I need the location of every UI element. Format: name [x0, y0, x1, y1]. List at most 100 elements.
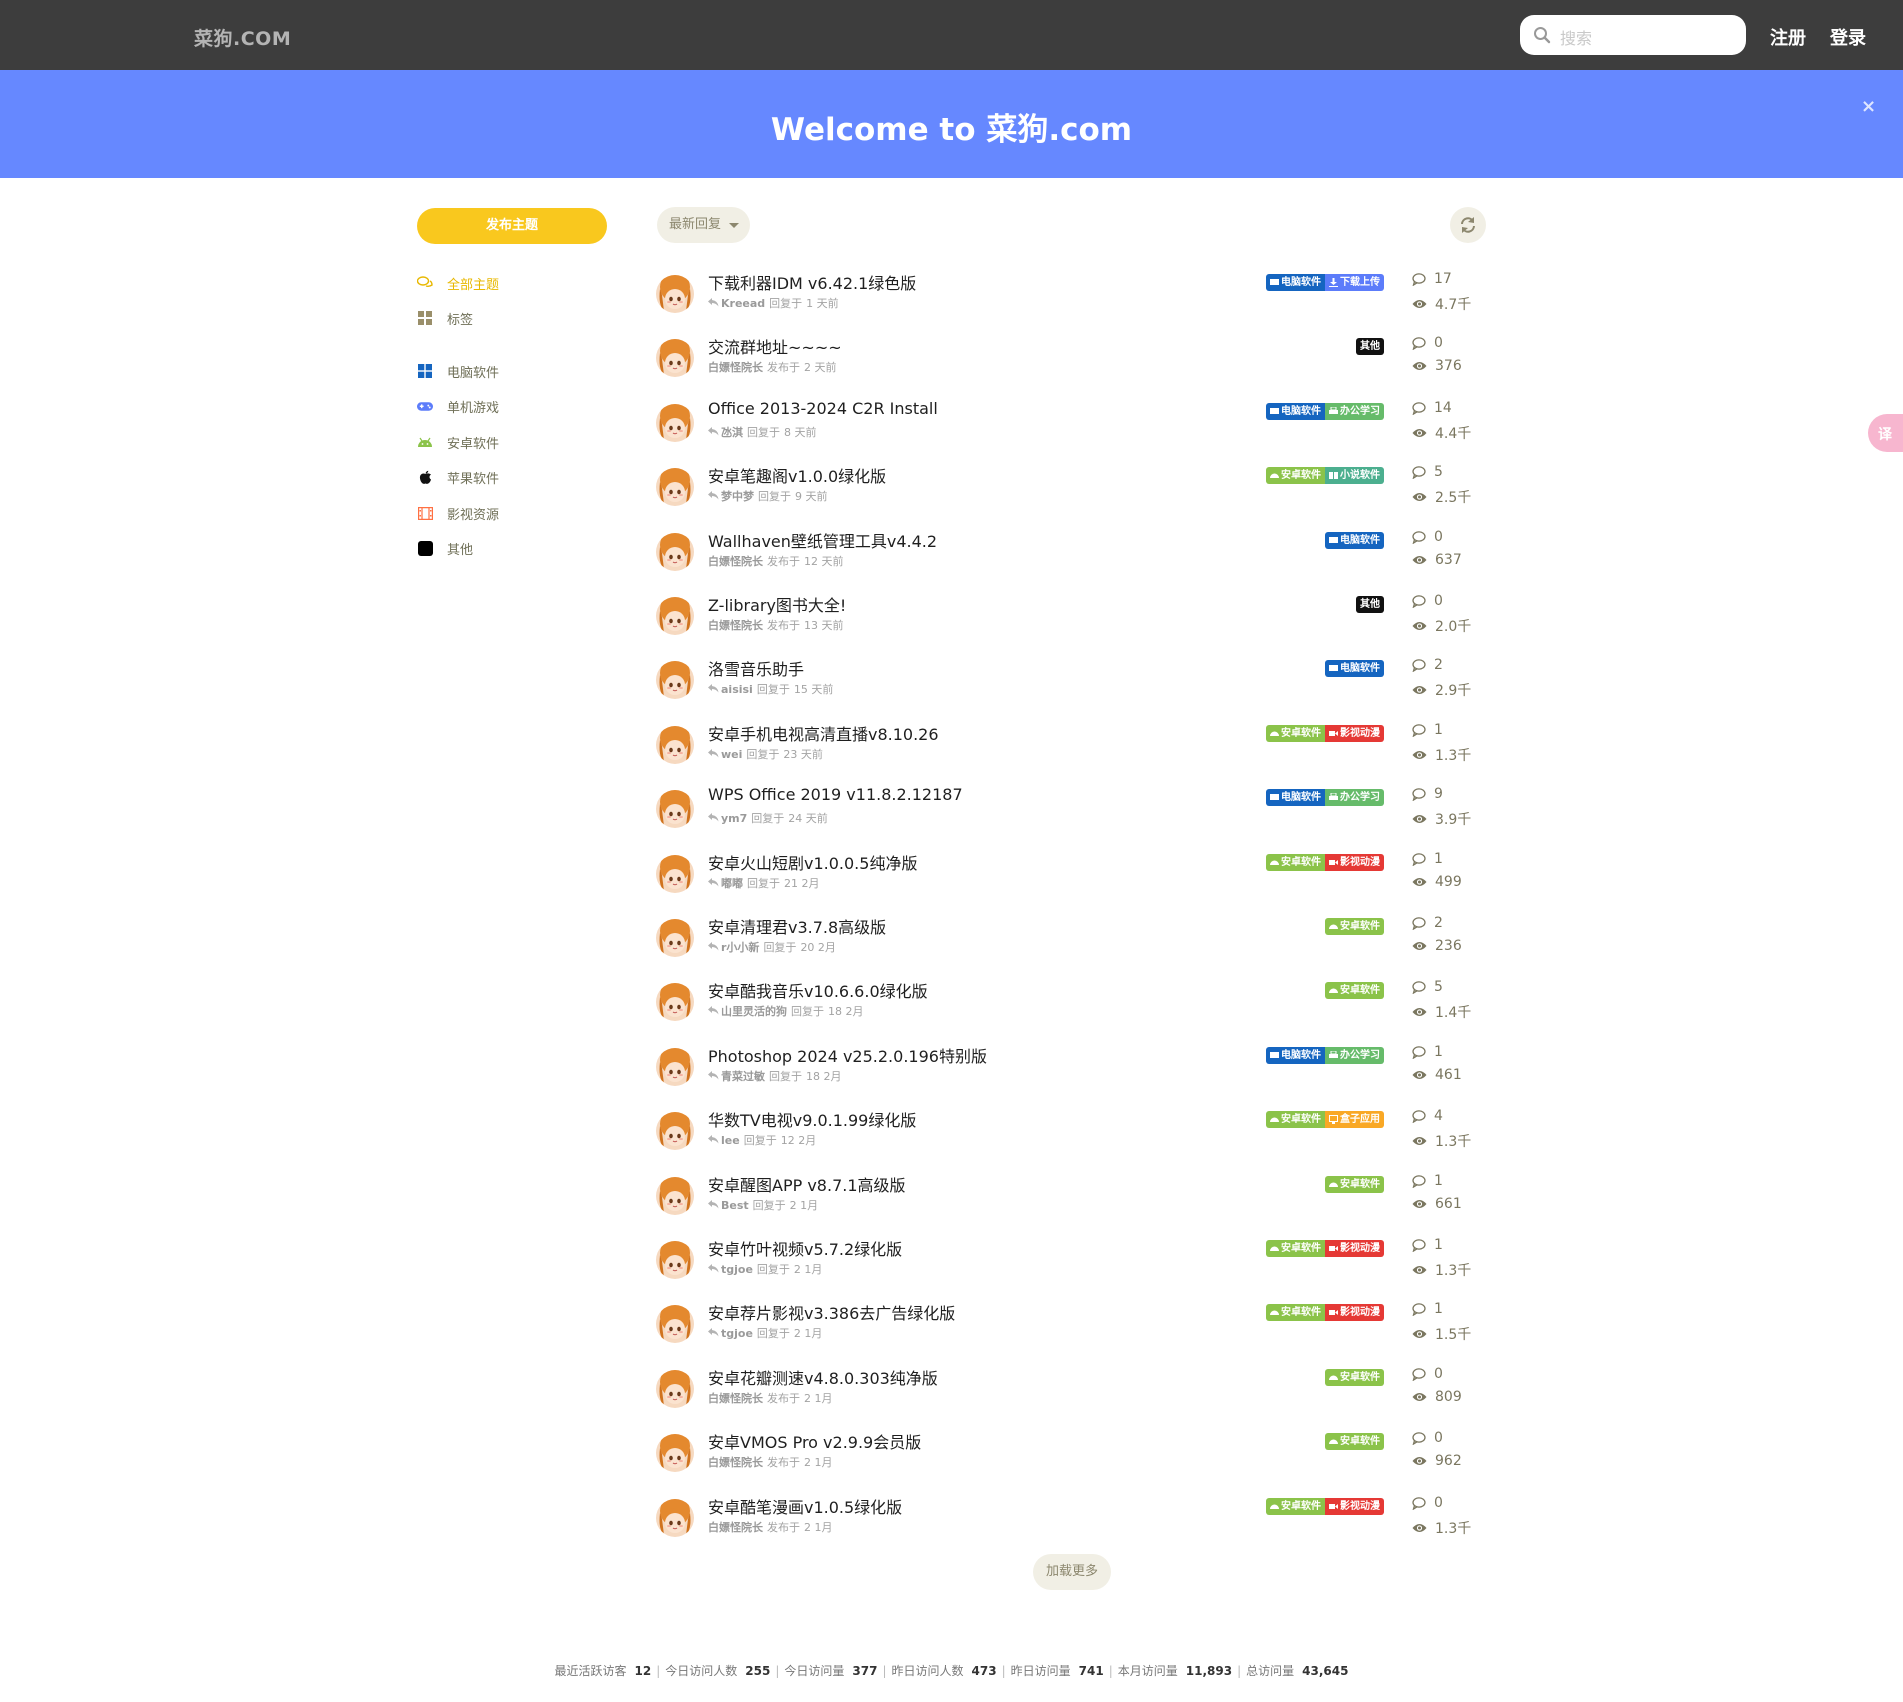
tag-badge[interactable]: 电脑软件: [1266, 1047, 1325, 1064]
tag-badge[interactable]: 安卓软件: [1266, 467, 1325, 484]
tag-badge[interactable]: 影视动漫: [1325, 725, 1384, 742]
topic-title[interactable]: 安卓酷我音乐v10.6.6.0绿化版: [708, 978, 928, 1002]
topic-title[interactable]: 安卓酷笔漫画v1.0.5绿化版: [708, 1494, 902, 1518]
user-avatar[interactable]: [656, 1305, 694, 1343]
user-avatar[interactable]: [656, 597, 694, 635]
tag-badge[interactable]: 安卓软件: [1266, 725, 1325, 742]
user-avatar[interactable]: [656, 1241, 694, 1279]
topic-title[interactable]: 安卓VMOS Pro v2.9.9会员版: [708, 1429, 921, 1453]
user-avatar[interactable]: [656, 339, 694, 377]
sort-dropdown[interactable]: 最新回复: [657, 207, 750, 243]
new-topic-button[interactable]: 发布主题: [417, 208, 607, 244]
topic-title[interactable]: 安卓花瓣测速v4.8.0.303纯净版: [708, 1365, 938, 1389]
refresh-button[interactable]: [1450, 207, 1486, 243]
user-avatar[interactable]: [656, 661, 694, 699]
topic-title[interactable]: 安卓手机电视高清直播v8.10.26: [708, 721, 939, 745]
topic-row[interactable]: 安卓手机电视高清直播v8.10.26 wei 回复于 23 天前 安卓软件 影视动漫 1 1.…: [656, 721, 1486, 777]
topic-row[interactable]: 安卓荐片影视v3.386去广告绿化版 tgjoe 回复于 2 1月 安卓软件 影视动漫 1 1…: [656, 1300, 1486, 1356]
topic-user[interactable]: 嘟嘟: [721, 875, 743, 891]
tag-badge[interactable]: 安卓软件: [1325, 1369, 1384, 1386]
topic-user[interactable]: 梦中梦: [721, 488, 754, 504]
sidebar-item[interactable]: 电脑软件: [417, 360, 499, 382]
tag-badge[interactable]: 下载上传: [1325, 274, 1384, 291]
tag-badge[interactable]: 小说软件: [1325, 467, 1384, 484]
tag-badge[interactable]: 安卓软件: [1325, 1433, 1384, 1450]
topic-row[interactable]: Photoshop 2024 v25.2.0.196特别版 青菜过敏 回复于 18 2…: [656, 1043, 1486, 1099]
user-avatar[interactable]: [656, 1112, 694, 1150]
topic-title[interactable]: 交流群地址~~~~: [708, 334, 842, 358]
user-avatar[interactable]: [656, 1177, 694, 1215]
topic-row[interactable]: Office 2013-2024 C2R Install 氹淇 回复于 8 天前 电脑软…: [656, 399, 1486, 455]
search-box[interactable]: 搜索: [1520, 15, 1746, 55]
topic-row[interactable]: 安卓火山短剧v1.0.0.5纯净版 嘟嘟 回复于 21 2月 安卓软件 影视动漫 1 499: [656, 850, 1486, 906]
register-button[interactable]: 注册: [1770, 24, 1806, 50]
tag-badge[interactable]: 电脑软件: [1325, 660, 1384, 677]
topic-row[interactable]: Z-library图书大全! 白嫖怪院长 发布于 13 天前 其他 0 2.0千: [656, 592, 1486, 648]
tag-badge[interactable]: 影视动漫: [1325, 1498, 1384, 1515]
search-input[interactable]: 搜索: [1560, 25, 1592, 49]
tag-badge[interactable]: 其他: [1356, 338, 1384, 355]
topic-user[interactable]: ym7: [721, 812, 747, 825]
topic-row[interactable]: 安卓酷笔漫画v1.0.5绿化版 白嫖怪院长 发布于 2 1月 安卓软件 影视动漫 0 1.3千: [656, 1494, 1486, 1550]
topic-row[interactable]: 安卓清理君v3.7.8高级版 r小小新 回复于 20 2月 安卓软件 2 236: [656, 914, 1486, 970]
topic-user[interactable]: 白嫖怪院长: [708, 1390, 763, 1406]
site-logo[interactable]: 菜狗.COM: [194, 24, 291, 51]
tag-badge[interactable]: 安卓软件: [1266, 1111, 1325, 1128]
topic-row[interactable]: 下载利器IDM v6.42.1绿色版 Kreead 回复于 1 天前 电脑软件 下载上传 1…: [656, 270, 1486, 326]
close-icon[interactable]: ×: [1861, 96, 1876, 117]
tag-badge[interactable]: 安卓软件: [1266, 1498, 1325, 1515]
user-avatar[interactable]: [656, 855, 694, 893]
topic-title[interactable]: 安卓竹叶视频v5.7.2绿化版: [708, 1236, 902, 1260]
topic-title[interactable]: Photoshop 2024 v25.2.0.196特别版: [708, 1043, 987, 1067]
user-avatar[interactable]: [656, 726, 694, 764]
load-more-button[interactable]: 加载更多: [1033, 1554, 1111, 1590]
topic-row[interactable]: WPS Office 2019 v11.8.2.12187 ym7 回复于 24 天前…: [656, 785, 1486, 841]
tag-badge[interactable]: 影视动漫: [1325, 854, 1384, 871]
topic-title[interactable]: 安卓火山短剧v1.0.0.5纯净版: [708, 850, 917, 874]
tag-badge[interactable]: 办公学习: [1325, 1047, 1384, 1064]
tag-badge[interactable]: 电脑软件: [1266, 789, 1325, 806]
sidebar-item[interactable]: 安卓软件: [417, 431, 499, 453]
topic-title[interactable]: 安卓清理君v3.7.8高级版: [708, 914, 886, 938]
tag-badge[interactable]: 安卓软件: [1325, 918, 1384, 935]
user-avatar[interactable]: [656, 790, 694, 828]
topic-user[interactable]: lee: [721, 1134, 740, 1147]
user-avatar[interactable]: [656, 1499, 694, 1537]
tag-badge[interactable]: 影视动漫: [1325, 1240, 1384, 1257]
topic-row[interactable]: 洛雪音乐助手 aisisi 回复于 15 天前 电脑软件 2 2.9千: [656, 656, 1486, 712]
topic-user[interactable]: 白嫖怪院长: [708, 359, 763, 375]
tag-badge[interactable]: 盒子应用: [1325, 1111, 1384, 1128]
topic-title[interactable]: Wallhaven壁纸管理工具v4.4.2: [708, 528, 937, 552]
user-avatar[interactable]: [656, 983, 694, 1021]
topic-title[interactable]: WPS Office 2019 v11.8.2.12187: [708, 785, 963, 804]
translate-widget[interactable]: 译: [1868, 414, 1903, 452]
sidebar-item[interactable]: 标签: [417, 307, 473, 329]
topic-title[interactable]: 下载利器IDM v6.42.1绿色版: [708, 270, 916, 294]
sidebar-item[interactable]: 单机游戏: [417, 395, 499, 417]
topic-user[interactable]: 白嫖怪院长: [708, 617, 763, 633]
topic-user[interactable]: tgjoe: [721, 1263, 753, 1276]
topic-user[interactable]: aisisi: [721, 683, 753, 696]
tag-badge[interactable]: 电脑软件: [1325, 532, 1384, 549]
sidebar-item[interactable]: 全部主题: [417, 272, 499, 294]
topic-title[interactable]: 洛雪音乐助手: [708, 656, 804, 680]
tag-badge[interactable]: 安卓软件: [1266, 1240, 1325, 1257]
sidebar-item[interactable]: 苹果软件: [417, 466, 499, 488]
topic-row[interactable]: Wallhaven壁纸管理工具v4.4.2 白嫖怪院长 发布于 12 天前 电脑软件 0 6…: [656, 528, 1486, 584]
topic-title[interactable]: 安卓笔趣阁v1.0.0绿化版: [708, 463, 886, 487]
user-avatar[interactable]: [656, 468, 694, 506]
topic-title[interactable]: Z-library图书大全!: [708, 592, 846, 616]
topic-user[interactable]: wei: [721, 748, 742, 761]
user-avatar[interactable]: [656, 404, 694, 442]
topic-title[interactable]: Office 2013-2024 C2R Install: [708, 399, 938, 418]
tag-badge[interactable]: 安卓软件: [1266, 1304, 1325, 1321]
topic-title[interactable]: 华数TV电视v9.0.1.99绿化版: [708, 1107, 916, 1131]
topic-row[interactable]: 华数TV电视v9.0.1.99绿化版 lee 回复于 12 2月 安卓软件 盒子应用 4 1.…: [656, 1107, 1486, 1163]
topic-row[interactable]: 安卓VMOS Pro v2.9.9会员版 白嫖怪院长 发布于 2 1月 安卓软件 0 962: [656, 1429, 1486, 1485]
tag-badge[interactable]: 安卓软件: [1325, 982, 1384, 999]
tag-badge[interactable]: 办公学习: [1325, 789, 1384, 806]
sidebar-item[interactable]: 其他: [417, 537, 473, 559]
topic-user[interactable]: tgjoe: [721, 1327, 753, 1340]
topic-user[interactable]: 白嫖怪院长: [708, 553, 763, 569]
topic-user[interactable]: r小小新: [721, 939, 759, 955]
